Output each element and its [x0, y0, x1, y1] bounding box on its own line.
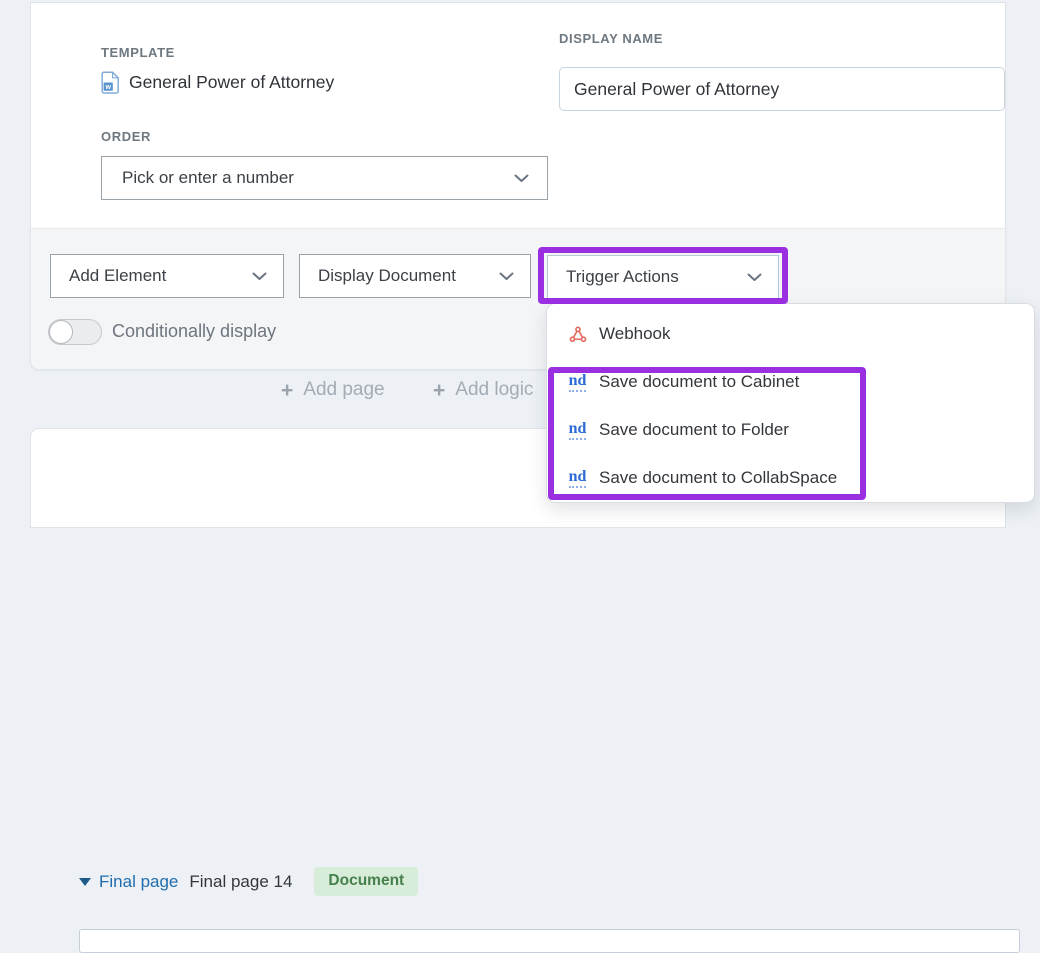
menu-item-save-folder[interactable]: nd Save document to Folder — [547, 406, 1034, 454]
order-select-value: Pick or enter a number — [122, 168, 294, 187]
collapse-caret-icon[interactable] — [79, 877, 91, 886]
webhook-icon — [564, 325, 591, 344]
add-element-select[interactable]: Add Element — [50, 254, 284, 298]
add-page-label: Add page — [303, 379, 385, 400]
netdocuments-icon: nd — [564, 372, 591, 392]
netdocuments-icon: nd — [564, 468, 591, 488]
trigger-actions-menu: Webhook nd Save document to Cabinet nd S… — [546, 303, 1035, 503]
order-select[interactable]: Pick or enter a number — [101, 156, 548, 200]
netdocuments-icon: nd — [564, 420, 591, 440]
element-settings-card: TEMPLATE w General Power of Attorney DIS… — [30, 2, 1006, 228]
plus-icon: + — [281, 378, 294, 402]
conditionally-display-toggle[interactable] — [48, 319, 102, 345]
word-document-icon: w — [101, 71, 120, 94]
plus-icon: + — [433, 378, 446, 402]
chevron-down-icon — [747, 273, 762, 281]
conditionally-display-label: Conditionally display — [112, 321, 277, 341]
menu-item-label: Save document to Folder — [599, 420, 789, 439]
template-value: General Power of Attorney — [129, 72, 335, 92]
display-document-select[interactable]: Display Document — [299, 254, 531, 298]
template-value-row: w General Power of Attorney — [101, 71, 334, 94]
final-page-link[interactable]: Final page — [99, 872, 178, 892]
trigger-actions-select-value: Trigger Actions — [566, 267, 679, 286]
menu-item-webhook[interactable]: Webhook — [547, 310, 1034, 358]
display-name-input[interactable] — [559, 67, 1005, 111]
chevron-down-icon — [252, 272, 267, 280]
add-element-select-value: Add Element — [69, 266, 167, 285]
toggle-knob — [49, 320, 73, 344]
menu-item-save-cabinet[interactable]: nd Save document to Cabinet — [547, 358, 1034, 406]
add-logic-button[interactable]: + Add logic — [433, 379, 533, 401]
final-page-title: Final page 14 — [189, 871, 293, 891]
final-page-header: Final page Final page 14 Document — [79, 867, 419, 896]
svg-text:w: w — [104, 84, 111, 91]
document-type-badge: Document — [314, 867, 419, 896]
template-label: TEMPLATE — [101, 45, 175, 60]
display-name-label: DISPLAY NAME — [559, 31, 664, 46]
menu-item-label: Save document to Cabinet — [599, 372, 800, 391]
menu-item-label: Webhook — [599, 324, 671, 343]
chevron-down-icon — [514, 174, 529, 182]
chevron-down-icon — [499, 272, 514, 280]
trigger-actions-select[interactable]: Trigger Actions — [547, 255, 779, 299]
final-page-content-box[interactable] — [79, 929, 1020, 953]
order-label: ORDER — [101, 129, 151, 144]
menu-item-label: Save document to CollabSpace — [599, 468, 838, 487]
add-logic-label: Add logic — [455, 379, 534, 400]
display-document-select-value: Display Document — [318, 266, 456, 285]
menu-item-save-collabspace[interactable]: nd Save document to CollabSpace — [547, 454, 1034, 502]
add-page-button[interactable]: + Add page — [281, 379, 385, 401]
